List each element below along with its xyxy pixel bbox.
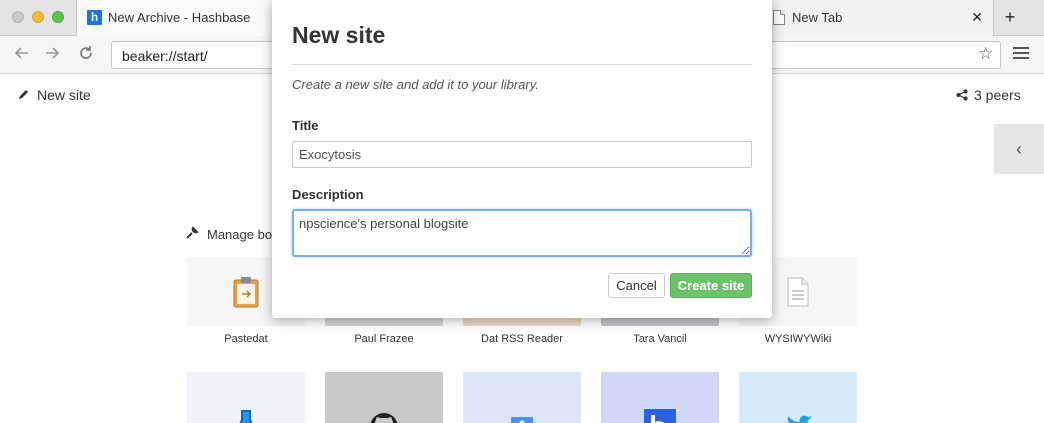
window-maximize-button[interactable] (52, 11, 64, 23)
bookmark-star-icon[interactable]: ☆ (978, 44, 993, 64)
pencil-icon (18, 87, 30, 103)
title-label: Title (292, 118, 319, 133)
chat-icon (463, 372, 581, 423)
window-close-button[interactable] (12, 11, 24, 23)
github-icon (325, 372, 443, 423)
bookmark-tile-flask[interactable] (187, 372, 305, 423)
dialog-title: New site (292, 22, 386, 48)
dialog-description: Create a new site and add it to your lib… (292, 77, 539, 92)
wrench-icon (186, 226, 199, 242)
divider (292, 64, 752, 65)
back-arrow-icon[interactable] (12, 45, 32, 65)
cancel-button[interactable]: Cancel (608, 273, 665, 298)
tab-close-icon[interactable]: ✕ (971, 9, 983, 26)
bookmark-tile-hashbase[interactable] (601, 372, 719, 423)
hashbase-icon (601, 372, 719, 423)
bookmark-label: Tara Vancil (633, 333, 687, 345)
tab-title: New Archive - Hashbase (108, 10, 251, 25)
peers-indicator[interactable]: 3 peers (956, 87, 1021, 104)
peers-count: 3 peers (974, 87, 1021, 103)
tab-new-archive[interactable]: h New Archive - Hashbase (76, 0, 280, 36)
manage-label: Manage bo (207, 227, 273, 242)
bookmark-tile-chat[interactable] (463, 372, 581, 423)
reload-icon[interactable] (76, 45, 96, 65)
bookmark-tile-twitter[interactable] (739, 372, 857, 423)
twitter-icon (739, 372, 857, 423)
manage-bookmarks-link[interactable]: Manage bo (186, 226, 272, 242)
chevron-left-icon: ‹ (1016, 139, 1022, 159)
bookmark-label: Paul Frazee (354, 333, 414, 345)
bookmark-label: Pastedat (224, 333, 268, 345)
description-textarea[interactable]: npscience's personal blogsite (292, 209, 752, 257)
create-site-button[interactable]: Create site (670, 273, 752, 298)
bookmark-tile-github[interactable] (325, 372, 443, 423)
bookmark-label: WYSIWYWiki (764, 333, 832, 345)
tab-new-tab[interactable]: New Tab ✕ (760, 0, 994, 36)
new-site-label: New site (37, 87, 91, 103)
new-site-link[interactable]: New site (18, 87, 91, 103)
tab-title: New Tab (792, 10, 843, 25)
hamburger-menu-icon[interactable] (1013, 47, 1029, 60)
document-icon (773, 10, 785, 25)
flask-icon (187, 372, 305, 423)
forward-arrow-icon[interactable] (42, 45, 62, 65)
sidebar-toggle-button[interactable]: ‹ (994, 124, 1044, 174)
title-input[interactable] (292, 141, 752, 168)
share-icon (956, 88, 968, 104)
new-tab-button[interactable]: + (1000, 7, 1020, 27)
new-site-dialog: New site Create a new site and add it to… (272, 0, 772, 318)
description-label: Description (292, 187, 364, 202)
url-text: beaker://start/ (122, 48, 208, 64)
bookmark-label: Dat RSS Reader (481, 333, 563, 345)
window-minimize-button[interactable] (32, 11, 44, 23)
hashbase-favicon-icon: h (87, 10, 102, 25)
